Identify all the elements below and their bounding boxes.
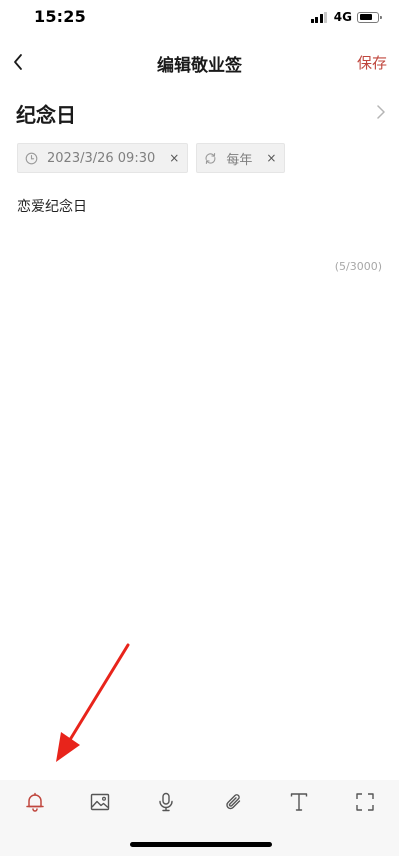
repeat-icon [204, 152, 217, 165]
status-indicators: 4G [310, 9, 382, 25]
chevron-right-icon [377, 105, 385, 119]
repeat-label: 每年 [226, 152, 253, 168]
text-format-icon [290, 793, 308, 811]
note-title-row[interactable]: 纪念日 [16, 96, 387, 130]
remove-repeat-button[interactable]: × [266, 151, 276, 165]
note-content-editor[interactable]: 恋爱纪念日 [17, 196, 87, 216]
bell-icon [26, 792, 44, 812]
save-button[interactable]: 保存 [357, 52, 387, 73]
remove-reminder-time-button[interactable]: × [169, 151, 179, 165]
text-format-button[interactable] [285, 788, 313, 816]
signal-strength-icon [310, 11, 329, 23]
network-type-label: 4G [333, 10, 352, 24]
reminder-time-tag[interactable]: 2023/3/26 09:30 × [17, 143, 189, 173]
fullscreen-button[interactable] [351, 788, 379, 816]
voice-input-button[interactable] [152, 788, 180, 816]
page-title: 编辑敬业签 [157, 56, 242, 76]
character-count: (5/3000) [334, 260, 382, 273]
status-time: 15:25 [34, 7, 86, 26]
nav-bar: 编辑敬业签 保存 [0, 40, 399, 84]
paperclip-icon [226, 794, 241, 810]
home-indicator[interactable] [130, 842, 272, 847]
insert-image-button[interactable] [86, 788, 114, 816]
repeat-tag[interactable]: 每年 × [196, 143, 286, 173]
image-icon [90, 793, 110, 811]
attach-file-button[interactable] [220, 788, 248, 816]
fullscreen-icon [356, 793, 374, 811]
reminder-tags: 2023/3/26 09:30 × 每年 × [17, 143, 293, 173]
clock-icon [25, 152, 38, 165]
battery-icon [357, 11, 382, 23]
status-bar: 15:25 4G [0, 0, 399, 36]
note-title: 纪念日 [16, 103, 76, 127]
microphone-icon [159, 792, 173, 812]
reminder-time-label: 2023/3/26 09:30 [47, 150, 156, 166]
reminder-button[interactable] [21, 788, 49, 816]
